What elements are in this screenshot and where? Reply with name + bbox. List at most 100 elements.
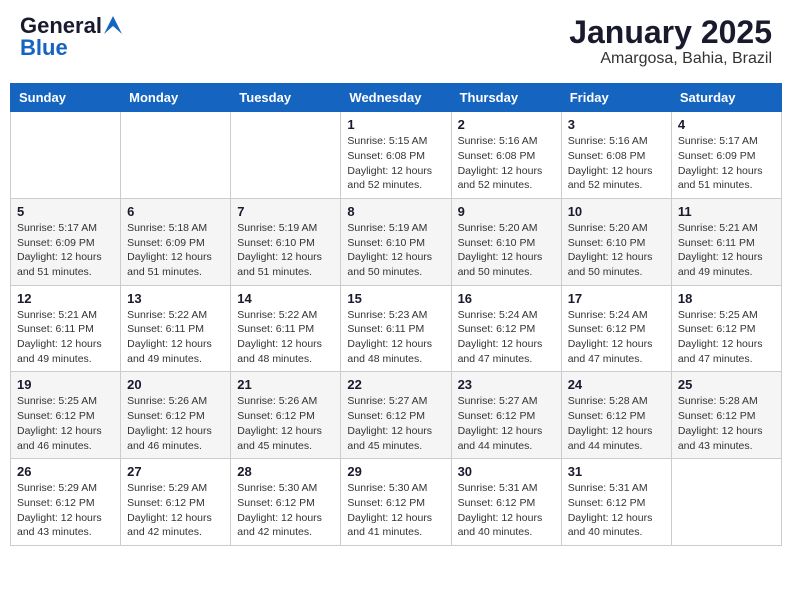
calendar-header-row: SundayMondayTuesdayWednesdayThursdayFrid… bbox=[11, 84, 782, 112]
calendar-week-5: 26 Sunrise: 5:29 AM Sunset: 6:12 PM Dayli… bbox=[11, 459, 782, 546]
day-number: 1 bbox=[347, 117, 444, 132]
calendar-cell: 25Sunrise: 5:28 AM Sunset: 6:12 PM Dayli… bbox=[671, 372, 781, 459]
day-number: 10 bbox=[568, 204, 665, 219]
calendar-cell bbox=[231, 112, 341, 199]
calendar-cell: 15 Sunrise: 5:23 AM Sunset: 6:11 PM Dayli… bbox=[341, 285, 451, 372]
day-info: Sunrise: 5:22 AM Sunset: 6:11 PM Dayligh… bbox=[237, 308, 334, 367]
day-info: Sunrise: 5:27 AM Sunset: 6:12 PM Dayligh… bbox=[347, 394, 444, 453]
calendar-cell: 24Sunrise: 5:28 AM Sunset: 6:12 PM Dayli… bbox=[561, 372, 671, 459]
calendar-cell bbox=[121, 112, 231, 199]
calendar-cell: 18 Sunrise: 5:25 AM Sunset: 6:12 PM Dayli… bbox=[671, 285, 781, 372]
day-info: Sunrise: 5:24 AM Sunset: 6:12 PM Dayligh… bbox=[458, 308, 555, 367]
day-of-week-thursday: Thursday bbox=[451, 84, 561, 112]
calendar-cell: 8 Sunrise: 5:19 AM Sunset: 6:10 PM Daylig… bbox=[341, 198, 451, 285]
calendar-cell: 20 Sunrise: 5:26 AM Sunset: 6:12 PM Dayli… bbox=[121, 372, 231, 459]
calendar-cell: 27 Sunrise: 5:29 AM Sunset: 6:12 PM Dayli… bbox=[121, 459, 231, 546]
day-number: 3 bbox=[568, 117, 665, 132]
location: Amargosa, Bahia, Brazil bbox=[569, 50, 772, 68]
day-number: 21 bbox=[237, 377, 334, 392]
day-number: 11 bbox=[678, 204, 775, 219]
day-number: 29 bbox=[347, 464, 444, 479]
day-of-week-monday: Monday bbox=[121, 84, 231, 112]
day-info: Sunrise: 5:22 AM Sunset: 6:11 PM Dayligh… bbox=[127, 308, 224, 367]
day-info: Sunrise: 5:25 AM Sunset: 6:12 PM Dayligh… bbox=[678, 308, 775, 367]
day-number: 23 bbox=[458, 377, 555, 392]
day-number: 26 bbox=[17, 464, 114, 479]
day-info: Sunrise: 5:26 AM Sunset: 6:12 PM Dayligh… bbox=[237, 394, 334, 453]
calendar-cell: 5 Sunrise: 5:17 AM Sunset: 6:09 PM Daylig… bbox=[11, 198, 121, 285]
day-number: 31 bbox=[568, 464, 665, 479]
calendar-cell: 11 Sunrise: 5:21 AM Sunset: 6:11 PM Dayli… bbox=[671, 198, 781, 285]
day-info: Sunrise: 5:16 AM Sunset: 6:08 PM Dayligh… bbox=[568, 134, 665, 193]
day-of-week-wednesday: Wednesday bbox=[341, 84, 451, 112]
calendar-cell: 26 Sunrise: 5:29 AM Sunset: 6:12 PM Dayli… bbox=[11, 459, 121, 546]
day-number: 5 bbox=[17, 204, 114, 219]
day-info: Sunrise: 5:29 AM Sunset: 6:12 PM Dayligh… bbox=[17, 481, 114, 540]
day-number: 4 bbox=[678, 117, 775, 132]
logo-blue-text: Blue bbox=[20, 37, 68, 59]
day-info: Sunrise: 5:26 AM Sunset: 6:12 PM Dayligh… bbox=[127, 394, 224, 453]
day-number: 17 bbox=[568, 291, 665, 306]
day-of-week-saturday: Saturday bbox=[671, 84, 781, 112]
day-number: 19 bbox=[17, 377, 114, 392]
title-area: January 2025 Amargosa, Bahia, Brazil bbox=[569, 15, 772, 68]
day-number: 16 bbox=[458, 291, 555, 306]
calendar-cell: 7Sunrise: 5:19 AM Sunset: 6:10 PM Daylig… bbox=[231, 198, 341, 285]
day-info: Sunrise: 5:21 AM Sunset: 6:11 PM Dayligh… bbox=[678, 221, 775, 280]
calendar-week-2: 5 Sunrise: 5:17 AM Sunset: 6:09 PM Daylig… bbox=[11, 198, 782, 285]
calendar-cell: 3 Sunrise: 5:16 AM Sunset: 6:08 PM Daylig… bbox=[561, 112, 671, 199]
header: General Blue January 2025 Amargosa, Bahi… bbox=[10, 10, 782, 73]
day-info: Sunrise: 5:23 AM Sunset: 6:11 PM Dayligh… bbox=[347, 308, 444, 367]
calendar-cell: 22 Sunrise: 5:27 AM Sunset: 6:12 PM Dayli… bbox=[341, 372, 451, 459]
day-number: 14 bbox=[237, 291, 334, 306]
day-of-week-tuesday: Tuesday bbox=[231, 84, 341, 112]
day-of-week-sunday: Sunday bbox=[11, 84, 121, 112]
day-of-week-friday: Friday bbox=[561, 84, 671, 112]
day-info: Sunrise: 5:25 AM Sunset: 6:12 PM Dayligh… bbox=[17, 394, 114, 453]
calendar-week-4: 19 Sunrise: 5:25 AM Sunset: 6:12 PM Dayli… bbox=[11, 372, 782, 459]
day-info: Sunrise: 5:21 AM Sunset: 6:11 PM Dayligh… bbox=[17, 308, 114, 367]
day-number: 8 bbox=[347, 204, 444, 219]
day-number: 25 bbox=[678, 377, 775, 392]
day-info: Sunrise: 5:28 AM Sunset: 6:12 PM Dayligh… bbox=[568, 394, 665, 453]
calendar-cell: 30 Sunrise: 5:31 AM Sunset: 6:12 PM Dayli… bbox=[451, 459, 561, 546]
day-number: 22 bbox=[347, 377, 444, 392]
logo-bird-icon bbox=[104, 16, 122, 34]
logo-general-text: General bbox=[20, 15, 102, 37]
calendar-cell: 2 Sunrise: 5:16 AM Sunset: 6:08 PM Daylig… bbox=[451, 112, 561, 199]
day-number: 15 bbox=[347, 291, 444, 306]
day-number: 12 bbox=[17, 291, 114, 306]
calendar-cell: 29Sunrise: 5:30 AM Sunset: 6:12 PM Dayli… bbox=[341, 459, 451, 546]
day-info: Sunrise: 5:17 AM Sunset: 6:09 PM Dayligh… bbox=[678, 134, 775, 193]
day-number: 13 bbox=[127, 291, 224, 306]
day-info: Sunrise: 5:15 AM Sunset: 6:08 PM Dayligh… bbox=[347, 134, 444, 193]
day-info: Sunrise: 5:30 AM Sunset: 6:12 PM Dayligh… bbox=[237, 481, 334, 540]
day-info: Sunrise: 5:17 AM Sunset: 6:09 PM Dayligh… bbox=[17, 221, 114, 280]
calendar-cell: 31Sunrise: 5:31 AM Sunset: 6:12 PM Dayli… bbox=[561, 459, 671, 546]
calendar-cell: 23 Sunrise: 5:27 AM Sunset: 6:12 PM Dayli… bbox=[451, 372, 561, 459]
calendar-cell: 21 Sunrise: 5:26 AM Sunset: 6:12 PM Dayli… bbox=[231, 372, 341, 459]
day-info: Sunrise: 5:27 AM Sunset: 6:12 PM Dayligh… bbox=[458, 394, 555, 453]
logo: General Blue bbox=[20, 15, 122, 59]
day-number: 20 bbox=[127, 377, 224, 392]
calendar-cell: 6 Sunrise: 5:18 AM Sunset: 6:09 PM Daylig… bbox=[121, 198, 231, 285]
day-number: 18 bbox=[678, 291, 775, 306]
calendar-cell: 4 Sunrise: 5:17 AM Sunset: 6:09 PM Daylig… bbox=[671, 112, 781, 199]
calendar-cell: 12 Sunrise: 5:21 AM Sunset: 6:11 PM Dayli… bbox=[11, 285, 121, 372]
day-info: Sunrise: 5:29 AM Sunset: 6:12 PM Dayligh… bbox=[127, 481, 224, 540]
calendar-cell: 19 Sunrise: 5:25 AM Sunset: 6:12 PM Dayli… bbox=[11, 372, 121, 459]
calendar-week-1: 1 Sunrise: 5:15 AM Sunset: 6:08 PM Daylig… bbox=[11, 112, 782, 199]
day-info: Sunrise: 5:19 AM Sunset: 6:10 PM Dayligh… bbox=[347, 221, 444, 280]
day-info: Sunrise: 5:18 AM Sunset: 6:09 PM Dayligh… bbox=[127, 221, 224, 280]
day-info: Sunrise: 5:19 AM Sunset: 6:10 PM Dayligh… bbox=[237, 221, 334, 280]
day-number: 2 bbox=[458, 117, 555, 132]
day-info: Sunrise: 5:24 AM Sunset: 6:12 PM Dayligh… bbox=[568, 308, 665, 367]
day-info: Sunrise: 5:31 AM Sunset: 6:12 PM Dayligh… bbox=[458, 481, 555, 540]
day-info: Sunrise: 5:16 AM Sunset: 6:08 PM Dayligh… bbox=[458, 134, 555, 193]
calendar-cell: 9Sunrise: 5:20 AM Sunset: 6:10 PM Daylig… bbox=[451, 198, 561, 285]
day-number: 27 bbox=[127, 464, 224, 479]
day-number: 30 bbox=[458, 464, 555, 479]
calendar-cell: 14 Sunrise: 5:22 AM Sunset: 6:11 PM Dayli… bbox=[231, 285, 341, 372]
day-number: 6 bbox=[127, 204, 224, 219]
month-title: January 2025 bbox=[569, 15, 772, 50]
